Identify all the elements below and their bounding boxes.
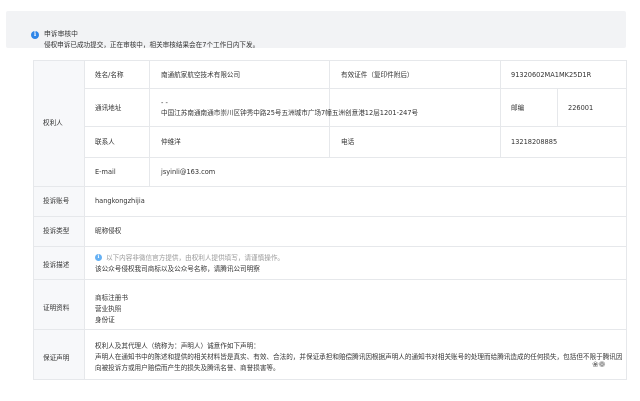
phone-value: 13218208885 <box>511 138 558 146</box>
address-line-1: - - <box>161 99 168 107</box>
complaint-description-label: 投诉描述 <box>43 261 70 269</box>
address-line-2: 中国江苏南通南通市崇川区钟秀中路25号五洲城市广场7幢五洲创意港12层1201-… <box>161 109 419 117</box>
phone-label: 电话 <box>341 138 355 146</box>
complaint-details-table: 权利人 姓名/名称 南通航家航空技术有限公司 有效证件（复印件附后） 91320… <box>33 60 627 380</box>
declaration-label: 保证声明 <box>43 354 70 362</box>
label-column <box>34 61 84 379</box>
complaint-type-label: 投诉类型 <box>43 227 70 235</box>
contact-label: 联系人 <box>95 138 115 146</box>
declaration-line-2: 声明人在通知书中的陈述和提供的相关材料皆是真实、有效、合法的，并保证承担和赔偿腾… <box>95 353 623 361</box>
email-value: jsyinli@163.com <box>161 168 216 176</box>
contact-value: 仲维洋 <box>161 138 181 146</box>
tip-info-icon: i <box>95 254 102 261</box>
address-label: 通讯地址 <box>95 104 122 112</box>
notice-description: 侵权申诉已成功提交，正在审核中，相关审核结果会在7个工作日内下发。 <box>44 41 260 49</box>
rights-holder-label: 权利人 <box>43 119 63 127</box>
evidence-item: 商标注册书 <box>95 294 128 302</box>
evidence-label: 证明资料 <box>43 304 70 312</box>
complaint-account-value: hangkongzhijia <box>95 197 145 205</box>
name-label: 姓名/名称 <box>95 71 124 79</box>
notice-title: 申诉审核中 <box>44 30 78 38</box>
status-notice: i 申诉审核中 侵权申诉已成功提交，正在审核中，相关审核结果会在7个工作日内下发… <box>6 11 626 49</box>
postcode-value: 226001 <box>568 104 594 112</box>
postcode-label: 邮编 <box>511 104 525 112</box>
evidence-item: 身份证 <box>95 316 115 324</box>
certificate-value: 91320602MA1MK25D1R <box>511 71 592 79</box>
watermark-logo: ❀❁ <box>592 360 606 369</box>
evidence-item: 营业执照 <box>95 305 122 313</box>
declaration-line-3: 向被投诉方或用户赔偿而产生的损失及腾讯名誉、商誉损害等。 <box>95 364 280 372</box>
complaint-account-label: 投诉账号 <box>43 197 70 205</box>
email-label: E-mail <box>95 168 116 176</box>
declaration-line-1: 权利人及其代理人（统称为：声明人）诚意作如下声明： <box>95 342 260 350</box>
complaint-type-value: 昵称侵权 <box>95 227 122 235</box>
info-icon: i <box>31 31 39 39</box>
certificate-label: 有效证件（复印件附后） <box>341 71 414 79</box>
complaint-description-value: 该公众号侵权我司商标以及公众号名称，请腾讯公司明察 <box>95 265 260 273</box>
complaint-description-tip: 以下内容非微信官方提供，由权利人提供填写，请谨慎操作。 <box>106 254 285 262</box>
name-value: 南通航家航空技术有限公司 <box>161 71 241 79</box>
